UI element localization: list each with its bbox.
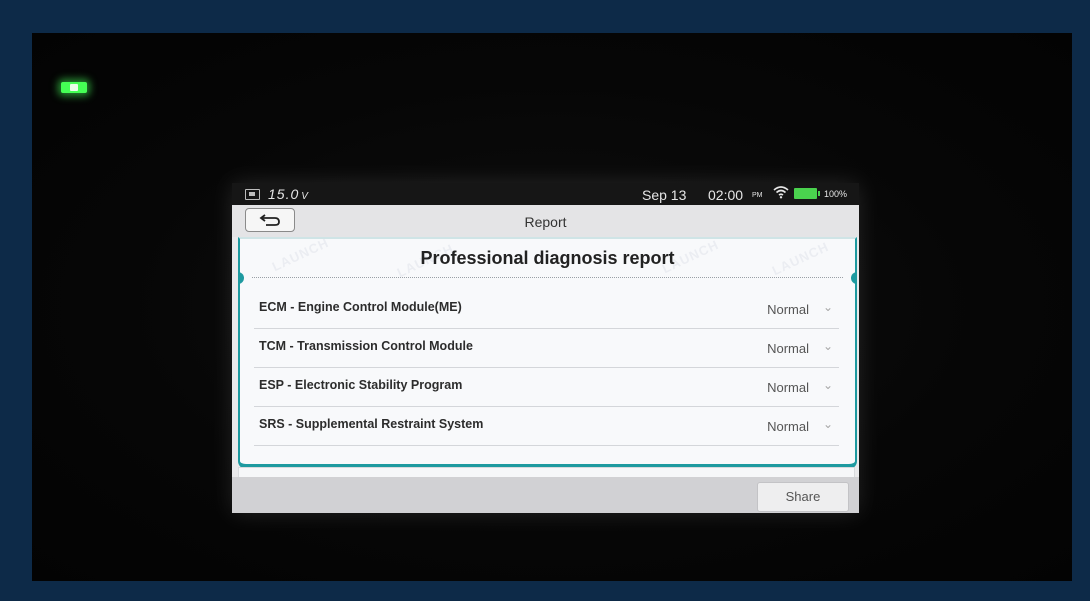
chevron-down-icon[interactable]: ⌄ [823, 300, 833, 314]
module-status: Normal [767, 302, 809, 317]
module-status: Normal [767, 419, 809, 434]
module-name: TCM - Transmission Control Module [259, 339, 473, 353]
voltage-unit: V [301, 191, 309, 202]
module-row[interactable]: ECM - Engine Control Module(ME) Normal ⌄ [254, 289, 839, 329]
vehicle-battery-icon [245, 189, 260, 200]
module-name: ESP - Electronic Stability Program [259, 378, 463, 392]
chevron-down-icon[interactable]: ⌄ [823, 378, 833, 392]
wifi-icon [773, 185, 789, 202]
module-row[interactable]: SRS - Supplemental Restraint System Norm… [254, 406, 839, 446]
battery-voltage: 15.0 V [268, 186, 309, 202]
title-bar: Report [232, 205, 859, 237]
module-status: Normal [767, 341, 809, 356]
chevron-down-icon[interactable]: ⌄ [823, 339, 833, 353]
status-bar: 15.0 V Sep 13 02:00 PM 100% [232, 183, 859, 205]
battery-percent: 100% [824, 189, 848, 199]
card-notch-right [851, 272, 855, 284]
card-notch-left [240, 272, 244, 284]
module-status: Normal [767, 380, 809, 395]
page-title: Report [524, 214, 567, 230]
module-row[interactable]: TCM - Transmission Control Module Normal… [254, 328, 839, 368]
status-date: Sep 13 [642, 187, 687, 203]
status-ampm: PM [752, 192, 763, 199]
bottom-action-bar: Share [232, 477, 859, 513]
status-time: 02:00 [708, 187, 744, 203]
module-row[interactable]: ESP - Electronic Stability Program Norma… [254, 367, 839, 407]
chevron-down-icon[interactable]: ⌄ [823, 417, 833, 431]
device-photo: 15.0 V Sep 13 02:00 PM 100% Report LAUNC… [32, 33, 1072, 581]
tablet-screen: 15.0 V Sep 13 02:00 PM 100% Report LAUNC… [232, 183, 859, 513]
module-name: SRS - Supplemental Restraint System [259, 417, 484, 431]
module-name: ECM - Engine Control Module(ME) [259, 300, 462, 314]
power-led-indicator [61, 82, 87, 93]
share-button[interactable]: Share [757, 482, 849, 512]
report-card: LAUNCH LAUNCH LAUNCH LAUNCH Professional… [238, 237, 857, 469]
report-heading: Professional diagnosis report [420, 248, 675, 268]
voltage-value: 15.0 [268, 186, 300, 202]
device-battery-icon [794, 188, 820, 199]
heading-divider [252, 277, 843, 278]
